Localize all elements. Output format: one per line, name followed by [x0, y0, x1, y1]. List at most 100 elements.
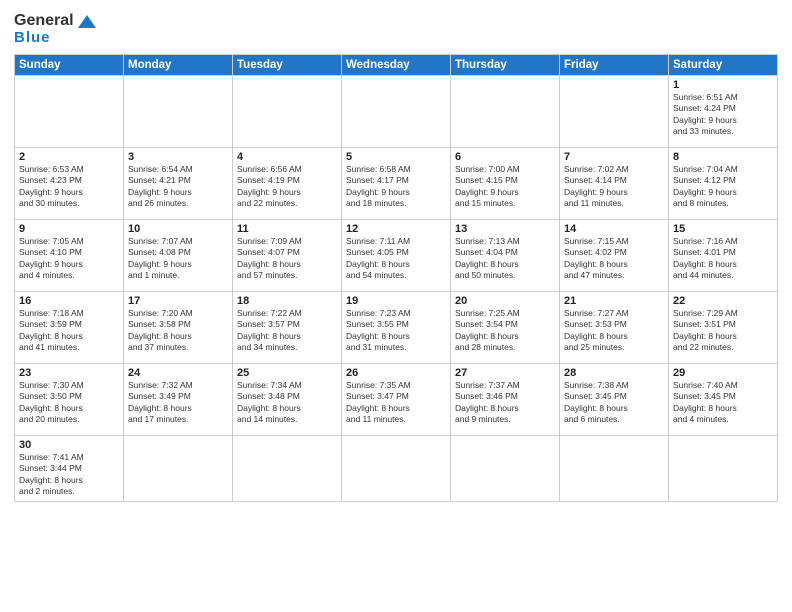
calendar-week-2: 9Sunrise: 7:05 AM Sunset: 4:10 PM Daylig…	[15, 220, 778, 292]
day-number: 25	[237, 367, 337, 379]
day-info: Sunrise: 7:37 AM Sunset: 3:46 PM Dayligh…	[455, 380, 555, 426]
day-info: Sunrise: 7:35 AM Sunset: 3:47 PM Dayligh…	[346, 380, 446, 426]
calendar-cell	[560, 76, 669, 148]
day-number: 18	[237, 295, 337, 307]
calendar-cell: 23Sunrise: 7:30 AM Sunset: 3:50 PM Dayli…	[15, 364, 124, 436]
day-info: Sunrise: 7:23 AM Sunset: 3:55 PM Dayligh…	[346, 308, 446, 354]
calendar-week-1: 2Sunrise: 6:53 AM Sunset: 4:23 PM Daylig…	[15, 148, 778, 220]
day-number: 12	[346, 223, 446, 235]
day-number: 10	[128, 223, 228, 235]
calendar-cell: 19Sunrise: 7:23 AM Sunset: 3:55 PM Dayli…	[342, 292, 451, 364]
weekday-header-saturday: Saturday	[669, 55, 778, 76]
calendar-cell: 17Sunrise: 7:20 AM Sunset: 3:58 PM Dayli…	[124, 292, 233, 364]
day-info: Sunrise: 7:09 AM Sunset: 4:07 PM Dayligh…	[237, 236, 337, 282]
logo-triangle-icon	[78, 15, 96, 28]
calendar-week-3: 16Sunrise: 7:18 AM Sunset: 3:59 PM Dayli…	[15, 292, 778, 364]
weekday-header-friday: Friday	[560, 55, 669, 76]
day-info: Sunrise: 7:40 AM Sunset: 3:45 PM Dayligh…	[673, 380, 773, 426]
day-info: Sunrise: 6:51 AM Sunset: 4:24 PM Dayligh…	[673, 92, 773, 138]
day-info: Sunrise: 7:25 AM Sunset: 3:54 PM Dayligh…	[455, 308, 555, 354]
calendar-cell: 2Sunrise: 6:53 AM Sunset: 4:23 PM Daylig…	[15, 148, 124, 220]
day-number: 22	[673, 295, 773, 307]
calendar-week-4: 23Sunrise: 7:30 AM Sunset: 3:50 PM Dayli…	[15, 364, 778, 436]
logo-general: General	[14, 12, 74, 30]
day-number: 19	[346, 295, 446, 307]
logo-blue-text: Blue	[14, 29, 51, 46]
day-info: Sunrise: 7:05 AM Sunset: 4:10 PM Dayligh…	[19, 236, 119, 282]
calendar-cell	[342, 76, 451, 148]
day-number: 11	[237, 223, 337, 235]
header: General Blue	[14, 12, 778, 46]
weekday-header-wednesday: Wednesday	[342, 55, 451, 76]
calendar-cell: 3Sunrise: 6:54 AM Sunset: 4:21 PM Daylig…	[124, 148, 233, 220]
weekday-header-monday: Monday	[124, 55, 233, 76]
day-number: 1	[673, 79, 773, 91]
day-info: Sunrise: 7:34 AM Sunset: 3:48 PM Dayligh…	[237, 380, 337, 426]
day-number: 2	[19, 151, 119, 163]
day-info: Sunrise: 7:32 AM Sunset: 3:49 PM Dayligh…	[128, 380, 228, 426]
calendar-cell: 9Sunrise: 7:05 AM Sunset: 4:10 PM Daylig…	[15, 220, 124, 292]
calendar-cell	[342, 436, 451, 502]
calendar-cell	[233, 436, 342, 502]
day-number: 7	[564, 151, 664, 163]
calendar-cell: 26Sunrise: 7:35 AM Sunset: 3:47 PM Dayli…	[342, 364, 451, 436]
calendar-table: SundayMondayTuesdayWednesdayThursdayFrid…	[14, 54, 778, 502]
calendar-cell: 8Sunrise: 7:04 AM Sunset: 4:12 PM Daylig…	[669, 148, 778, 220]
calendar-cell	[669, 436, 778, 502]
calendar-cell: 21Sunrise: 7:27 AM Sunset: 3:53 PM Dayli…	[560, 292, 669, 364]
day-number: 14	[564, 223, 664, 235]
day-number: 8	[673, 151, 773, 163]
day-number: 24	[128, 367, 228, 379]
calendar-cell: 10Sunrise: 7:07 AM Sunset: 4:08 PM Dayli…	[124, 220, 233, 292]
day-number: 29	[673, 367, 773, 379]
day-info: Sunrise: 7:41 AM Sunset: 3:44 PM Dayligh…	[19, 452, 119, 498]
day-info: Sunrise: 7:22 AM Sunset: 3:57 PM Dayligh…	[237, 308, 337, 354]
day-info: Sunrise: 7:38 AM Sunset: 3:45 PM Dayligh…	[564, 380, 664, 426]
calendar-cell: 5Sunrise: 6:58 AM Sunset: 4:17 PM Daylig…	[342, 148, 451, 220]
day-info: Sunrise: 7:02 AM Sunset: 4:14 PM Dayligh…	[564, 164, 664, 210]
day-number: 23	[19, 367, 119, 379]
day-number: 9	[19, 223, 119, 235]
day-number: 26	[346, 367, 446, 379]
calendar-cell: 14Sunrise: 7:15 AM Sunset: 4:02 PM Dayli…	[560, 220, 669, 292]
day-info: Sunrise: 6:58 AM Sunset: 4:17 PM Dayligh…	[346, 164, 446, 210]
calendar-week-0: 1Sunrise: 6:51 AM Sunset: 4:24 PM Daylig…	[15, 76, 778, 148]
calendar-cell: 13Sunrise: 7:13 AM Sunset: 4:04 PM Dayli…	[451, 220, 560, 292]
calendar-cell	[15, 76, 124, 148]
weekday-header-thursday: Thursday	[451, 55, 560, 76]
day-info: Sunrise: 7:13 AM Sunset: 4:04 PM Dayligh…	[455, 236, 555, 282]
day-number: 17	[128, 295, 228, 307]
day-number: 20	[455, 295, 555, 307]
calendar-cell: 18Sunrise: 7:22 AM Sunset: 3:57 PM Dayli…	[233, 292, 342, 364]
page: General Blue SundayMondayTuesdayWednesda…	[0, 0, 792, 612]
calendar-cell: 11Sunrise: 7:09 AM Sunset: 4:07 PM Dayli…	[233, 220, 342, 292]
day-info: Sunrise: 7:18 AM Sunset: 3:59 PM Dayligh…	[19, 308, 119, 354]
calendar-cell: 7Sunrise: 7:02 AM Sunset: 4:14 PM Daylig…	[560, 148, 669, 220]
day-info: Sunrise: 6:54 AM Sunset: 4:21 PM Dayligh…	[128, 164, 228, 210]
day-number: 21	[564, 295, 664, 307]
calendar-cell: 20Sunrise: 7:25 AM Sunset: 3:54 PM Dayli…	[451, 292, 560, 364]
day-number: 30	[19, 439, 119, 451]
day-info: Sunrise: 6:53 AM Sunset: 4:23 PM Dayligh…	[19, 164, 119, 210]
day-info: Sunrise: 7:30 AM Sunset: 3:50 PM Dayligh…	[19, 380, 119, 426]
weekday-header-sunday: Sunday	[15, 55, 124, 76]
logo-icon: General	[14, 12, 96, 30]
calendar-cell	[124, 76, 233, 148]
calendar-cell: 15Sunrise: 7:16 AM Sunset: 4:01 PM Dayli…	[669, 220, 778, 292]
calendar-cell: 16Sunrise: 7:18 AM Sunset: 3:59 PM Dayli…	[15, 292, 124, 364]
calendar-cell	[233, 76, 342, 148]
day-info: Sunrise: 7:29 AM Sunset: 3:51 PM Dayligh…	[673, 308, 773, 354]
calendar-cell: 30Sunrise: 7:41 AM Sunset: 3:44 PM Dayli…	[15, 436, 124, 502]
day-info: Sunrise: 7:04 AM Sunset: 4:12 PM Dayligh…	[673, 164, 773, 210]
day-number: 3	[128, 151, 228, 163]
calendar-cell: 4Sunrise: 6:56 AM Sunset: 4:19 PM Daylig…	[233, 148, 342, 220]
day-info: Sunrise: 6:56 AM Sunset: 4:19 PM Dayligh…	[237, 164, 337, 210]
calendar-cell: 12Sunrise: 7:11 AM Sunset: 4:05 PM Dayli…	[342, 220, 451, 292]
day-number: 13	[455, 223, 555, 235]
day-number: 5	[346, 151, 446, 163]
calendar-cell	[560, 436, 669, 502]
logo: General Blue	[14, 12, 96, 46]
weekday-header-tuesday: Tuesday	[233, 55, 342, 76]
calendar-cell	[451, 76, 560, 148]
day-info: Sunrise: 7:20 AM Sunset: 3:58 PM Dayligh…	[128, 308, 228, 354]
